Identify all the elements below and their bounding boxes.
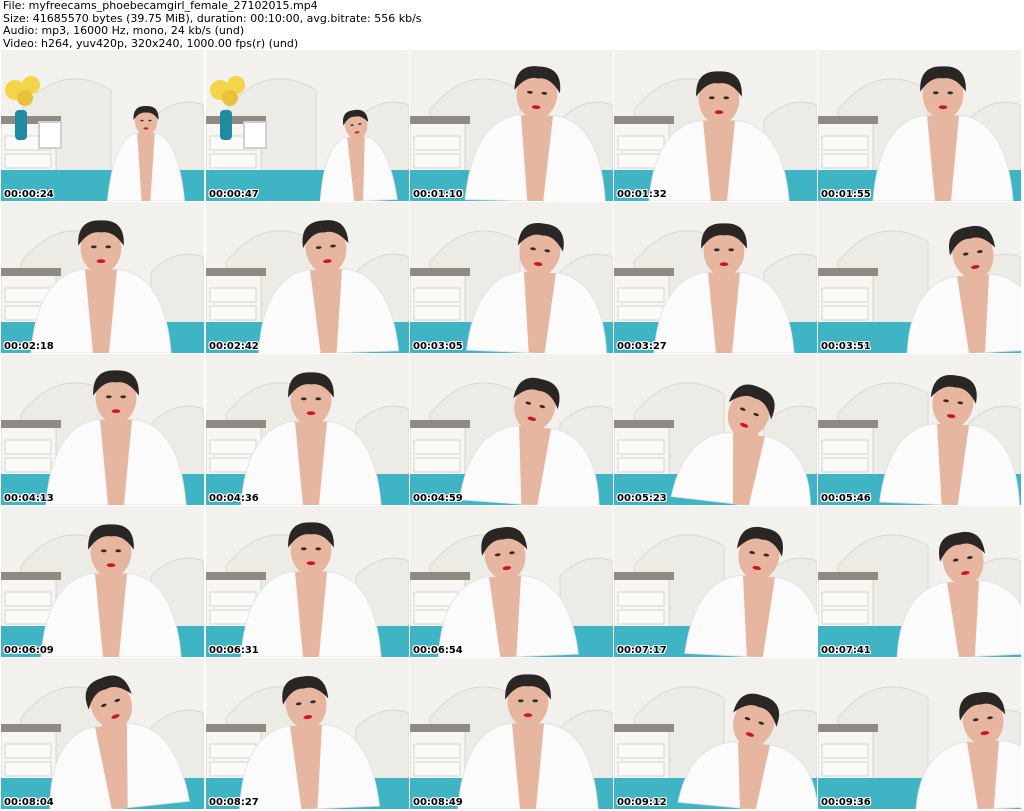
frame-image: [1, 354, 204, 505]
video-frame-thumbnail: 00:03:27: [614, 202, 817, 353]
video-frame-thumbnail: 00:04:36: [206, 354, 409, 505]
frame-timestamp: 00:05:46: [821, 493, 871, 504]
frame-timestamp: 00:06:09: [4, 645, 54, 656]
frame-image: [410, 202, 613, 353]
video-frame-thumbnail: 00:08:04: [1, 658, 204, 809]
frame-timestamp: 00:03:05: [413, 341, 463, 352]
frame-timestamp: 00:04:36: [209, 493, 259, 504]
video-info-header: File: myfreecams_phoebecamgirl_female_27…: [3, 0, 1021, 50]
frame-image: [1, 202, 204, 353]
video-frame-thumbnail: 00:01:55: [818, 50, 1021, 201]
frame-image: [410, 50, 613, 201]
frame-image: [206, 354, 409, 505]
frame-image: [614, 354, 817, 505]
frame-timestamp: 00:02:42: [209, 341, 259, 352]
frame-timestamp: 00:06:31: [209, 645, 259, 656]
frame-timestamp: 00:03:27: [617, 341, 667, 352]
video-frame-thumbnail: 00:03:51: [818, 202, 1021, 353]
frame-image: [1, 50, 204, 201]
frame-timestamp: 00:07:41: [821, 645, 871, 656]
frame-timestamp: 00:09:12: [617, 797, 667, 808]
frame-image: [206, 202, 409, 353]
frame-timestamp: 00:02:18: [4, 341, 54, 352]
frame-timestamp: 00:04:59: [413, 493, 463, 504]
frame-image: [410, 354, 613, 505]
frame-timestamp: 00:08:04: [4, 797, 54, 808]
video-frame-thumbnail: 00:08:49: [410, 658, 613, 809]
video-frame-thumbnail: 00:01:32: [614, 50, 817, 201]
video-frame-thumbnail: 00:08:27: [206, 658, 409, 809]
frame-image: [818, 506, 1021, 657]
file-name-line: File: myfreecams_phoebecamgirl_female_27…: [3, 0, 318, 12]
frame-timestamp: 00:04:13: [4, 493, 54, 504]
video-frame-thumbnail: 00:00:24: [1, 50, 204, 201]
frame-image: [614, 50, 817, 201]
video-frame-thumbnail: 00:06:31: [206, 506, 409, 657]
audio-info-line: Audio: mp3, 16000 Hz, mono, 24 kb/s (und…: [3, 24, 245, 37]
frame-timestamp: 00:08:27: [209, 797, 259, 808]
frame-image: [818, 354, 1021, 505]
frame-image: [614, 506, 817, 657]
frame-image: [206, 658, 409, 809]
frame-timestamp: 00:01:55: [821, 189, 871, 200]
frame-timestamp: 00:01:32: [617, 189, 667, 200]
video-frame-thumbnail: 00:09:12: [614, 658, 817, 809]
video-frame-thumbnail: 00:06:54: [410, 506, 613, 657]
frame-image: [1, 658, 204, 809]
video-frame-thumbnail: 00:00:47: [206, 50, 409, 201]
frame-timestamp: 00:00:47: [209, 189, 259, 200]
video-frame-thumbnail: 00:05:23: [614, 354, 817, 505]
frame-timestamp: 00:06:54: [413, 645, 463, 656]
video-frame-thumbnail: 00:07:17: [614, 506, 817, 657]
frame-image: [206, 506, 409, 657]
frame-image: [410, 506, 613, 657]
frame-image: [614, 658, 817, 809]
frame-timestamp: 00:03:51: [821, 341, 871, 352]
video-frame-thumbnail: 00:06:09: [1, 506, 204, 657]
frame-image: [614, 202, 817, 353]
frame-timestamp: 00:05:23: [617, 493, 667, 504]
video-frame-thumbnail: 00:03:05: [410, 202, 613, 353]
frame-timestamp: 00:01:10: [413, 189, 463, 200]
thumbnail-grid: 00:00:24 00:00:47 00:01:10 00:01:32 00:01:55…: [1, 50, 1023, 811]
video-info-line: Video: h264, yuv420p, 320x240, 1000.00 f…: [3, 36, 299, 50]
frame-image: [410, 658, 613, 809]
frame-timestamp: 00:08:49: [413, 797, 463, 808]
frame-image: [1, 506, 204, 657]
video-frame-thumbnail: 00:01:10: [410, 50, 613, 201]
video-frame-thumbnail: 00:02:18: [1, 202, 204, 353]
frame-timestamp: 00:07:17: [617, 645, 667, 656]
video-frame-thumbnail: 00:05:46: [818, 354, 1021, 505]
frame-image: [818, 658, 1021, 809]
frame-timestamp: 00:09:36: [821, 797, 871, 808]
frame-timestamp: 00:00:24: [4, 189, 54, 200]
frame-image: [206, 50, 409, 201]
video-frame-thumbnail: 00:04:13: [1, 354, 204, 505]
video-frame-thumbnail: 00:04:59: [410, 354, 613, 505]
video-frame-thumbnail: 00:02:42: [206, 202, 409, 353]
video-frame-thumbnail: 00:09:36: [818, 658, 1021, 809]
frame-image: [818, 202, 1021, 353]
video-frame-thumbnail: 00:07:41: [818, 506, 1021, 657]
frame-image: [818, 50, 1021, 201]
